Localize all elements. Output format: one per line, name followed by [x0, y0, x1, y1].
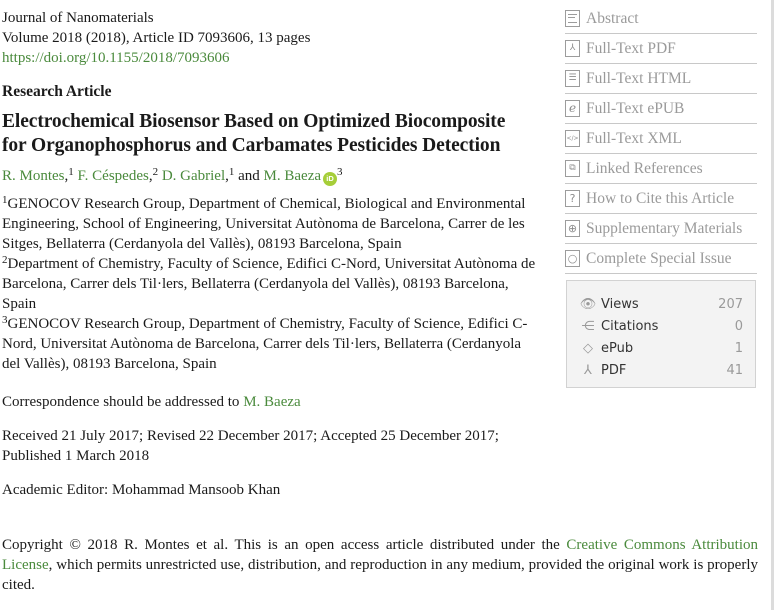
copyright-text: Copyright © 2018 R. Montes et al. This i… [2, 537, 567, 553]
sidebar-item-linked-references[interactable]: ⧉ Linked References [565, 154, 757, 184]
sidebar-item-full-text-epub[interactable]: e Full-Text ePUB [565, 94, 757, 124]
pdf-icon: ⅄ [584, 362, 592, 378]
affiliation-ref: 3 [337, 166, 343, 178]
sidebar-item-label: Abstract [586, 9, 639, 27]
metric-label: PDF [601, 362, 627, 378]
sidebar-item-how-to-cite[interactable]: ? How to Cite this Article [565, 184, 757, 214]
metric-value: 41 [726, 362, 743, 378]
academic-editor: Academic Editor: Mohammad Mansoob Khan [2, 482, 281, 498]
epub-icon: ◇ [583, 340, 593, 356]
article-header: Journal of Nanomaterials Volume 2018 (20… [2, 8, 535, 500]
author-link[interactable]: M. Baeza [264, 168, 321, 184]
sidebar-item-label: How to Cite this Article [586, 189, 735, 207]
author-link[interactable]: R. Montes [2, 168, 65, 184]
affiliation-ref: 2 [152, 166, 159, 178]
author-list: R. Montes,1 F. Céspedes,2 D. Gabriel,1 a… [2, 166, 532, 186]
article-title: Electrochemical Biosensor Based on Optim… [2, 111, 506, 156]
metric-label: Citations [601, 318, 659, 334]
journal-name: Journal of Nanomaterials [2, 10, 154, 26]
metric-value: 0 [734, 318, 743, 334]
linked-references-icon: ⧉ [565, 160, 580, 177]
sidebar-item-label: Full-Text XML [586, 129, 682, 147]
sidebar-item-label: Linked References [586, 159, 703, 177]
sidebar-item-label: Supplementary Materials [586, 219, 743, 237]
correspondence-link[interactable]: M. Baeza [243, 394, 300, 410]
eye-icon: 👁 [579, 296, 597, 312]
circle-icon: ○ [565, 250, 580, 267]
metric-label: ePub [601, 340, 634, 356]
metric-pdf: ⅄ PDF 41 [579, 359, 743, 381]
metric-citations: ⋲ Citations 0 [579, 315, 744, 337]
affiliation: 3GENOCOV Research Group, Department of C… [2, 314, 542, 374]
correspondence-label: Correspondence should be addressed to [2, 394, 244, 410]
document-lines-icon [565, 10, 580, 27]
author-link[interactable]: D. Gabriel [162, 168, 225, 184]
author-link[interactable]: F. Céspedes [78, 168, 149, 184]
plus-circle-icon: ⊕ [565, 220, 580, 237]
question-icon: ? [565, 190, 580, 207]
correspondence: Correspondence should be addressed to M.… [2, 392, 532, 412]
pdf-icon: ⅄ [565, 40, 580, 57]
sidebar-item-label: Complete Special Issue [586, 249, 732, 267]
article-sidebar-nav: Abstract ⅄ Full-Text PDF ☰ Full-Text HTM… [565, 4, 757, 274]
article-type: Research Article [2, 83, 112, 100]
sidebar-item-complete-special-issue[interactable]: ○ Complete Special Issue [565, 244, 757, 274]
volume-info: Volume 2018 (2018), Article ID 7093606, … [2, 30, 311, 46]
metric-label: Views [601, 296, 639, 312]
sidebar-item-label: Full-Text PDF [586, 39, 676, 57]
affiliation-text: Department of Chemistry, Faculty of Scie… [2, 256, 536, 312]
html-icon: ☰ [565, 70, 580, 87]
author-and: and [234, 168, 264, 184]
sidebar-item-supplementary-materials[interactable]: ⊕ Supplementary Materials [565, 214, 757, 244]
publication-dates: Received 21 July 2017; Revised 22 Decemb… [2, 428, 499, 464]
sidebar-item-label: Full-Text ePUB [586, 99, 685, 117]
metric-value: 207 [718, 296, 743, 312]
sidebar-item-full-text-pdf[interactable]: ⅄ Full-Text PDF [565, 34, 757, 64]
metric-value: 1 [734, 340, 743, 356]
affiliation: 1GENOCOV Research Group, Department of C… [2, 194, 542, 254]
metric-views: 👁 Views 207 [579, 293, 743, 315]
affiliation-text: GENOCOV Research Group, Department of Ch… [2, 316, 528, 372]
doi-link[interactable]: https://doi.org/10.1155/2018/7093606 [2, 48, 532, 68]
share-icon: ⋲ [581, 318, 595, 334]
affiliation-ref: 1 [68, 166, 74, 178]
affiliations: 1GENOCOV Research Group, Department of C… [2, 194, 542, 374]
sidebar-item-label: Full-Text HTML [586, 69, 692, 87]
orcid-icon[interactable]: iD [323, 172, 338, 186]
affiliation-text: GENOCOV Research Group, Department of Ch… [2, 196, 526, 252]
xml-icon: </> [565, 130, 580, 147]
epub-icon: e [565, 100, 580, 117]
sidebar-item-full-text-xml[interactable]: </> Full-Text XML [565, 124, 757, 154]
sidebar-item-abstract[interactable]: Abstract [565, 4, 757, 34]
metric-epub: ◇ ePub 1 [579, 337, 743, 359]
article-metrics: 👁 Views 207 ⋲ Citations 0 ◇ ePub 1 ⅄ PDF… [566, 280, 756, 388]
affiliation: 2Department of Chemistry, Faculty of Sci… [2, 254, 542, 314]
copyright-notice: Copyright © 2018 R. Montes et al. This i… [2, 535, 758, 595]
copyright-text: , which permits unrestricted use, distri… [2, 557, 758, 593]
sidebar-item-full-text-html[interactable]: ☰ Full-Text HTML [565, 64, 757, 94]
